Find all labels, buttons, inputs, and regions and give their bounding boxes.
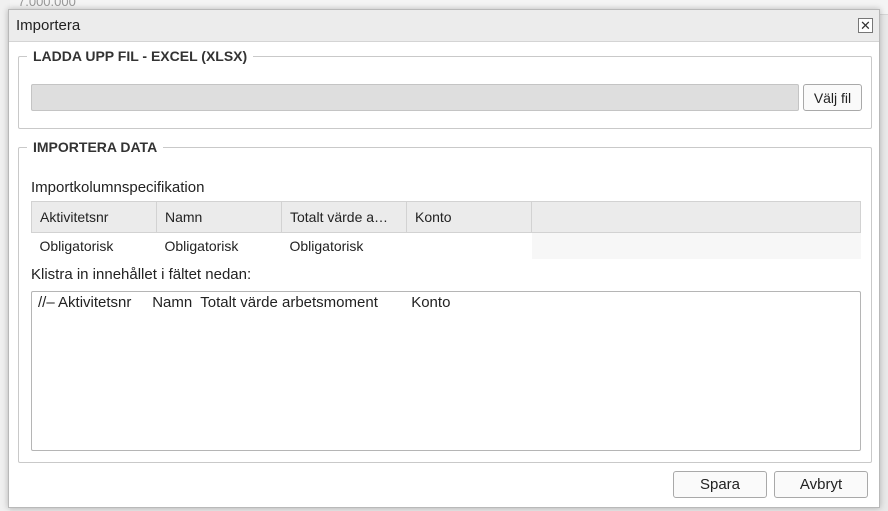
- close-icon[interactable]: ✕: [858, 18, 873, 33]
- column-header-konto[interactable]: Konto: [406, 201, 532, 233]
- table-row: Obligatorisk Obligatorisk Obligatorisk: [31, 232, 861, 259]
- column-header-totalt-varde[interactable]: Totalt värde a…: [281, 201, 407, 233]
- import-data-section-legend: IMPORTERA DATA: [33, 139, 158, 155]
- column-header-filler: [531, 201, 861, 233]
- column-header-row: Aktivitetsnr Namn Totalt värde a… Konto: [31, 201, 861, 233]
- requirement-namn: Obligatorisk: [156, 232, 282, 259]
- column-header-aktivitetsnr[interactable]: Aktivitetsnr: [31, 201, 157, 233]
- dialog-title: Importera: [16, 17, 81, 34]
- requirement-filler: [531, 232, 861, 259]
- save-button[interactable]: Spara: [673, 471, 767, 498]
- file-path-field[interactable]: [31, 84, 799, 111]
- paste-textarea[interactable]: //– Aktivitetsnr Namn Totalt värde arbet…: [31, 291, 861, 451]
- background-number: 7.000.000: [18, 0, 76, 9]
- import-dialog: Importera ✕ LADDA UPP FIL - EXCEL (XLSX)…: [8, 9, 880, 508]
- requirement-konto: [406, 232, 532, 259]
- column-header-namn[interactable]: Namn: [156, 201, 282, 233]
- choose-file-button[interactable]: Välj fil: [803, 84, 862, 111]
- requirement-totalt-varde: Obligatorisk: [281, 232, 407, 259]
- upload-section: LADDA UPP FIL - EXCEL (XLSX) Välj fil: [18, 48, 872, 129]
- cancel-button[interactable]: Avbryt: [774, 471, 868, 498]
- column-spec-label: Importkolumnspecifikation: [31, 179, 205, 196]
- column-spec-table: Aktivitetsnr Namn Totalt värde a… Konto …: [31, 201, 861, 259]
- requirement-aktivitetsnr: Obligatorisk: [31, 232, 157, 259]
- dialog-titlebar[interactable]: Importera ✕: [9, 10, 879, 42]
- upload-section-legend: LADDA UPP FIL - EXCEL (XLSX): [33, 48, 248, 64]
- paste-label: Klistra in innehållet i fältet nedan:: [31, 266, 252, 283]
- import-data-section: IMPORTERA DATA Importkolumnspecifikation…: [18, 139, 872, 463]
